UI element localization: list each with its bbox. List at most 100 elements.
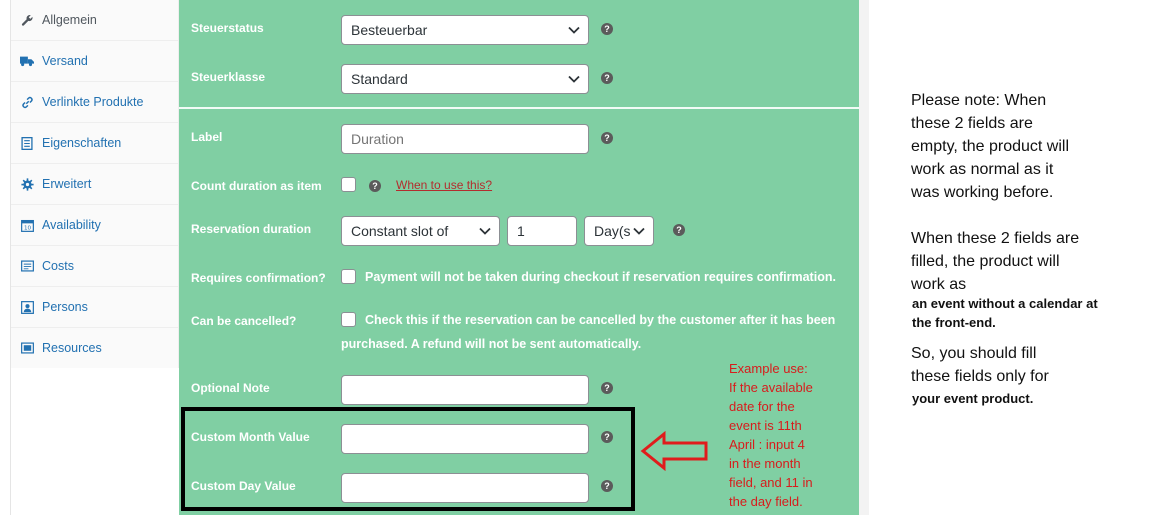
tab-label: Allgemein [42, 13, 97, 27]
product-data-tabs: Allgemein Versand Verlinkte Produkte Eig… [10, 0, 179, 369]
tax-class-label: Steuerklasse [191, 70, 266, 84]
tax-class-select[interactable]: Standard [341, 64, 589, 94]
duration-amount-value: 1 [517, 223, 525, 239]
note-paragraph-3-bold: your event product. [912, 391, 1034, 406]
help-icon[interactable]: ? [601, 480, 613, 492]
tab-label: Versand [42, 54, 88, 68]
count-duration-checkbox[interactable] [341, 177, 356, 192]
help-icon[interactable]: ? [601, 132, 613, 144]
note-line: So, you should fill [911, 345, 1037, 362]
requires-confirmation-text: Payment will not be taken during checkou… [365, 270, 836, 284]
custom-month-label: Custom Month Value [191, 430, 310, 444]
note-line: the front-end. [912, 315, 996, 330]
note-paragraph-2-bold: an event without a calendar at the front… [912, 294, 1098, 332]
tax-status-select[interactable]: Besteuerbar [341, 15, 589, 45]
panel-divider [179, 107, 859, 109]
truck-icon [20, 54, 34, 68]
note-line: When these 2 fields are [911, 230, 1080, 247]
help-icon[interactable]: ? [601, 431, 613, 443]
tab-label: Verlinkte Produkte [42, 95, 144, 109]
tab-resources[interactable]: Resources [11, 328, 179, 369]
tab-costs[interactable]: Costs [11, 246, 179, 287]
duration-type-value: Constant slot of [351, 223, 449, 239]
tax-status-label: Steuerstatus [191, 21, 264, 35]
note-line: Please note: When [911, 92, 1047, 109]
reservation-duration-label: Reservation duration [191, 222, 312, 236]
duration-unit-value: Day(s [594, 223, 631, 239]
can-be-cancelled-text-line1: Check this if the reservation can be can… [365, 313, 836, 327]
example-line: field, and 11 in [729, 475, 813, 490]
wrench-icon [20, 13, 34, 27]
tab-label: Costs [42, 259, 74, 273]
duration-amount-input[interactable]: 1 [507, 216, 577, 246]
persons-icon [20, 300, 34, 314]
note-line: work as [911, 276, 967, 293]
example-line: in the month [729, 456, 801, 471]
tab-availability[interactable]: 10 Availability [11, 205, 179, 246]
note-line: empty, the product will [911, 138, 1069, 155]
resources-icon [20, 341, 34, 355]
sidebar-empty-area [10, 368, 179, 515]
duration-type-select[interactable]: Constant slot of [341, 216, 500, 246]
chevron-down-icon [479, 227, 491, 235]
optional-note-input[interactable] [341, 375, 589, 405]
help-icon[interactable]: ? [601, 72, 613, 84]
help-icon[interactable]: ? [673, 224, 685, 236]
note-line: work as normal as it [911, 161, 1054, 178]
example-line: Example use: [729, 361, 808, 376]
requires-confirmation-checkbox[interactable] [341, 269, 356, 284]
tab-allgemein[interactable]: Allgemein [11, 0, 179, 41]
custom-day-input[interactable] [341, 473, 589, 503]
help-icon[interactable]: ? [601, 382, 613, 394]
tax-status-value: Besteuerbar [351, 22, 428, 38]
custom-month-input[interactable] [341, 424, 589, 454]
panel-edge [859, 0, 869, 515]
can-be-cancelled-checkbox[interactable] [341, 312, 356, 327]
svg-text:10: 10 [23, 225, 31, 231]
note-line: was working before. [911, 184, 1054, 201]
calendar-icon: 10 [20, 218, 34, 232]
example-line: event is 11th [729, 418, 802, 433]
tab-label: Erweitert [42, 177, 92, 191]
chevron-down-icon [568, 26, 580, 34]
example-line: the day field. [729, 494, 803, 509]
note-paragraph-1: Please note: When these 2 fields are emp… [911, 89, 1069, 204]
chevron-down-icon [633, 227, 645, 235]
example-annotation: Example use: If the available date for t… [729, 359, 849, 511]
link-icon [20, 95, 34, 109]
tax-class-value: Standard [351, 71, 408, 87]
example-line: date for the [729, 399, 795, 414]
tab-persons[interactable]: Persons [11, 287, 179, 328]
duration-label-input[interactable] [341, 124, 589, 154]
when-to-use-link[interactable]: When to use this? [396, 178, 492, 192]
can-be-cancelled-text-line2: purchased. A refund will not be sent aut… [341, 337, 642, 351]
tab-verlinkte-produkte[interactable]: Verlinkte Produkte [11, 82, 179, 123]
list-icon [20, 136, 34, 150]
note-paragraph-3: So, you should fill these fields only fo… [911, 342, 1049, 388]
duration-label-label: Label [191, 130, 223, 144]
help-icon[interactable]: ? [601, 23, 613, 35]
can-be-cancelled-label: Can be cancelled? [191, 314, 297, 328]
duration-unit-select[interactable]: Day(s [584, 216, 654, 246]
count-duration-label: Count duration as item [191, 179, 322, 193]
tab-label: Eigenschaften [42, 136, 122, 150]
note-paragraph-2: When these 2 fields are filled, the prod… [911, 227, 1079, 296]
note-line: these 2 fields are [911, 115, 1033, 132]
requires-confirmation-label: Requires confirmation? [191, 271, 326, 285]
optional-note-label: Optional Note [191, 381, 270, 395]
chevron-down-icon [568, 75, 580, 83]
note-line: an event without a calendar at [912, 296, 1098, 311]
custom-day-label: Custom Day Value [191, 479, 296, 493]
example-line: If the available [729, 380, 813, 395]
tab-label: Persons [42, 300, 88, 314]
example-line: April : input 4 [729, 437, 805, 452]
tab-eigenschaften[interactable]: Eigenschaften [11, 123, 179, 164]
gear-icon [20, 177, 34, 191]
note-line: these fields only for [911, 368, 1049, 385]
tab-label: Availability [42, 218, 101, 232]
help-icon[interactable]: ? [369, 180, 381, 192]
tab-versand[interactable]: Versand [11, 41, 179, 82]
arrow-left-icon [640, 431, 708, 471]
tab-erweitert[interactable]: Erweitert [11, 164, 179, 205]
note-line: filled, the product will [911, 253, 1060, 270]
